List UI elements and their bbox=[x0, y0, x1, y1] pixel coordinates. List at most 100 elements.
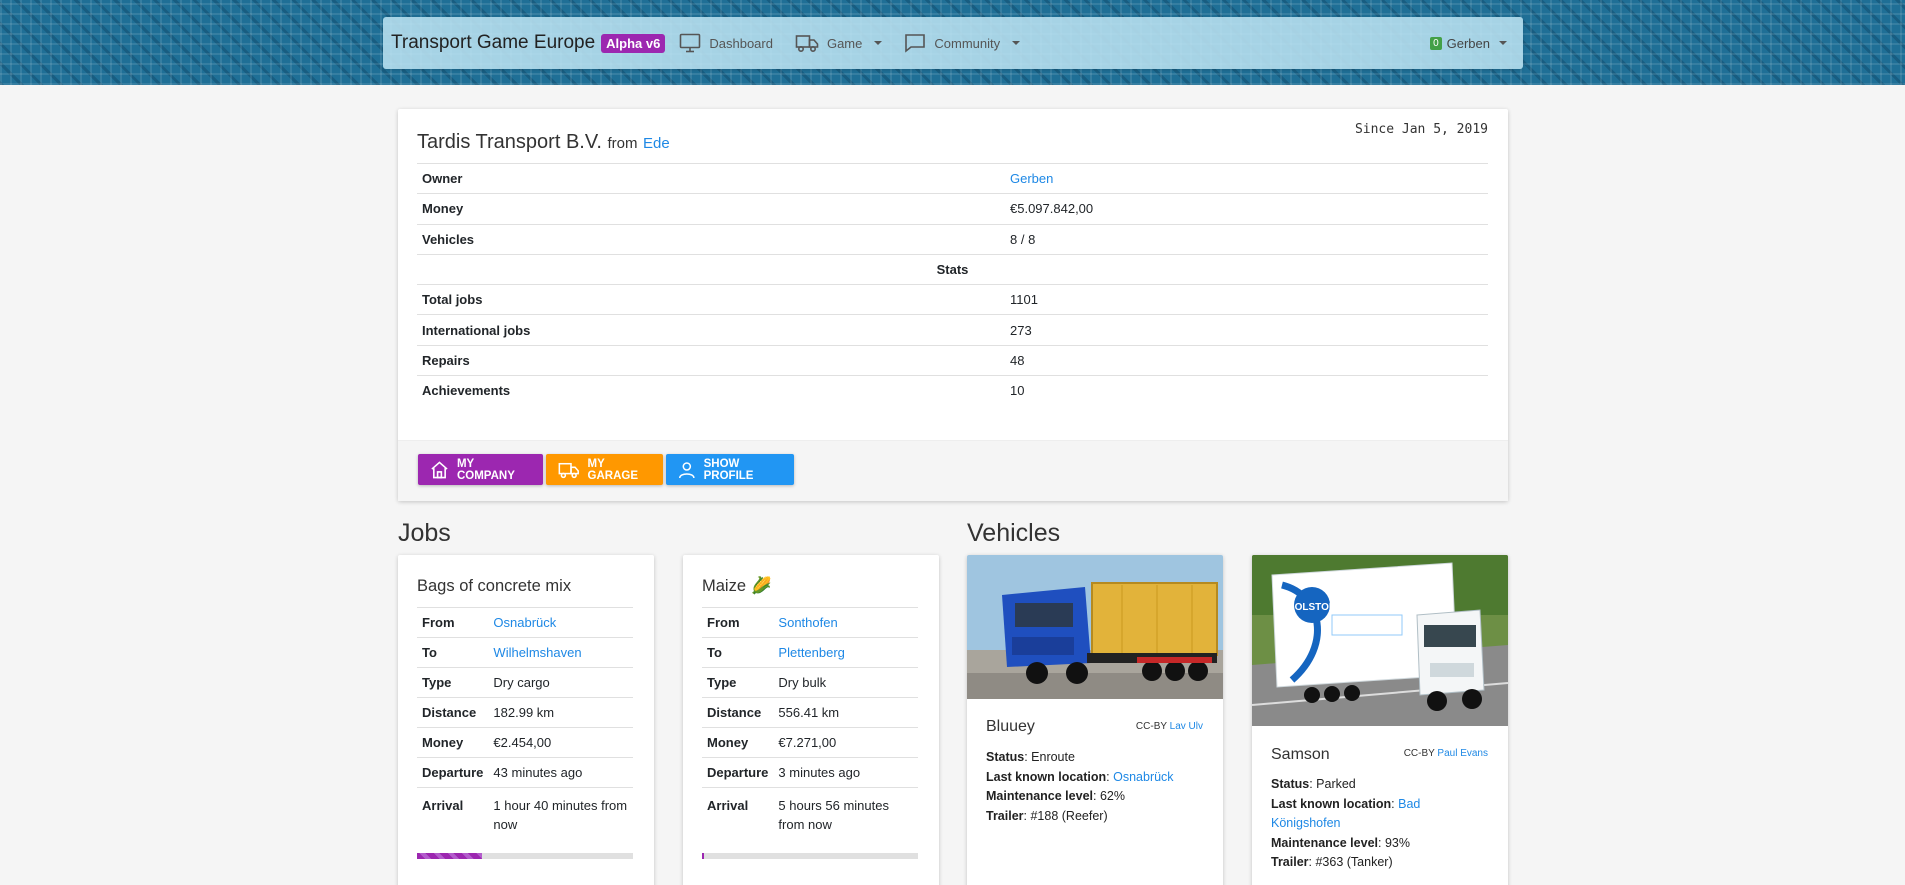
nav-game[interactable]: Game bbox=[795, 33, 883, 53]
vehicle-photo[interactable] bbox=[967, 555, 1223, 699]
row-key: Money bbox=[702, 727, 774, 758]
my-company-button[interactable]: My Company bbox=[418, 454, 543, 485]
row-value: Dry bulk bbox=[773, 667, 918, 698]
row-value: 8 / 8 bbox=[1005, 223, 1488, 255]
row-key: Arrival bbox=[417, 787, 489, 838]
truck-icon bbox=[795, 35, 819, 53]
row-value: 1101 bbox=[1005, 284, 1488, 315]
vehicle-info: Status: Parked Last known location: Bad … bbox=[1271, 777, 1421, 869]
my-garage-label: My Garage bbox=[587, 457, 639, 482]
truck-icon bbox=[558, 462, 579, 478]
trailer-label: Trailer bbox=[986, 808, 1024, 823]
vehicles-heading: Vehicles bbox=[967, 519, 1061, 547]
row-value: 3 minutes ago bbox=[773, 757, 918, 788]
row-value: €2.454,00 bbox=[488, 727, 633, 758]
vehicle-status: Parked bbox=[1316, 777, 1356, 791]
table-row: Money €2.454,00 bbox=[417, 727, 633, 758]
status-label: Status bbox=[986, 750, 1025, 764]
chevron-down-icon bbox=[1012, 41, 1021, 45]
credit-author-link[interactable]: Paul Evans bbox=[1437, 748, 1488, 759]
table-row: Distance 556.41 km bbox=[702, 697, 918, 728]
my-garage-button[interactable]: My Garage bbox=[546, 454, 663, 485]
vehicle-photo[interactable]: SOLSTOR bbox=[1252, 555, 1508, 726]
row-key: Departure bbox=[702, 757, 774, 788]
row-key: Distance bbox=[417, 697, 489, 728]
table-row: Type Dry cargo bbox=[417, 667, 633, 698]
row-value: 556.41 km bbox=[773, 697, 918, 728]
home-icon bbox=[431, 460, 448, 478]
job-table: From Sonthofen To Plettenberg Type Dry bulk… bbox=[702, 607, 918, 838]
vehicle-name: Samson bbox=[1271, 746, 1330, 763]
notification-badge: 0 bbox=[1430, 36, 1442, 50]
credit-license: CC-BY bbox=[1135, 721, 1167, 732]
row-key: Type bbox=[702, 667, 774, 698]
company-info-table: Owner Gerben Money €5.097.842,00 Vehicle… bbox=[417, 162, 1488, 406]
job-progress-bar bbox=[417, 853, 633, 859]
vehicle-status: Enroute bbox=[1031, 750, 1075, 764]
maintenance-label: Maintenance level bbox=[986, 789, 1093, 803]
table-row: Departure 3 minutes ago bbox=[702, 757, 918, 788]
brand[interactable]: Transport Game Europe Alpha v6 bbox=[391, 32, 666, 54]
table-row: International jobs 273 bbox=[417, 314, 1488, 346]
from-label: from bbox=[607, 135, 638, 152]
job-progress-bar bbox=[702, 853, 918, 859]
job-title: Maize 🌽 bbox=[702, 577, 772, 596]
show-profile-button[interactable]: Show Profile bbox=[666, 454, 794, 485]
row-key: International jobs bbox=[417, 314, 1005, 346]
row-key: From bbox=[702, 607, 774, 638]
owner-link[interactable]: Gerben bbox=[1010, 171, 1053, 186]
row-key: Achievements bbox=[417, 375, 1005, 406]
chevron-down-icon bbox=[874, 41, 883, 45]
card-footer: My Company My Garage Show Profile bbox=[398, 440, 1508, 501]
company-city-link[interactable]: Ede bbox=[643, 135, 670, 152]
nav-community[interactable]: Community bbox=[904, 33, 1021, 53]
location-label: Last known location bbox=[1271, 796, 1392, 811]
user-menu[interactable]: 0 Gerben bbox=[1430, 36, 1507, 51]
job-progress-fill bbox=[702, 853, 705, 859]
user-name: Gerben bbox=[1446, 35, 1490, 51]
table-row: From Sonthofen bbox=[702, 607, 918, 638]
row-key: Money bbox=[417, 727, 489, 758]
brand-name: Transport Game Europe bbox=[391, 32, 596, 53]
corn-icon: 🌽 bbox=[751, 577, 772, 595]
table-row: Type Dry bulk bbox=[702, 667, 918, 698]
credit-license: CC-BY bbox=[1403, 748, 1435, 759]
my-company-label: My Company bbox=[456, 457, 515, 482]
navbar: Transport Game Europe Alpha v6 Dashboard… bbox=[383, 17, 1523, 69]
row-value: €5.097.842,00 bbox=[1005, 193, 1488, 225]
row-key: Distance bbox=[702, 697, 774, 728]
row-key: Money bbox=[417, 193, 1005, 225]
job-progress-fill bbox=[417, 853, 482, 859]
nav-dashboard[interactable]: Dashboard bbox=[679, 33, 773, 53]
table-row: Owner Gerben bbox=[417, 162, 1488, 194]
chevron-down-icon bbox=[1499, 41, 1507, 45]
row-value: 273 bbox=[1005, 314, 1488, 346]
photo-credit: CC-BY Paul Evans bbox=[1404, 748, 1488, 759]
vehicle-info: Status: Enroute Last known location: Osn… bbox=[986, 750, 1174, 823]
row-key: Total jobs bbox=[417, 284, 1005, 315]
table-row: Vehicles 8 / 8 bbox=[417, 223, 1488, 255]
job-to-link[interactable]: Wilhelmshaven bbox=[493, 645, 581, 660]
maintenance-label: Maintenance level bbox=[1271, 835, 1378, 850]
table-row: Departure 43 minutes ago bbox=[417, 757, 633, 788]
credit-author-link[interactable]: Lav Ulv bbox=[1170, 721, 1203, 732]
row-value: Dry cargo bbox=[488, 667, 633, 698]
user-icon bbox=[679, 461, 695, 478]
row-key: Owner bbox=[417, 162, 1005, 194]
table-row: Total jobs 1101 bbox=[417, 284, 1488, 315]
row-value: 43 minutes ago bbox=[488, 757, 633, 788]
job-from-link[interactable]: Sonthofen bbox=[778, 615, 837, 630]
row-value: €7.271,00 bbox=[773, 727, 918, 758]
nav-dashboard-label: Dashboard bbox=[709, 35, 773, 51]
row-value: 10 bbox=[1005, 375, 1488, 406]
table-row: Money €5.097.842,00 bbox=[417, 193, 1488, 225]
vehicle-trailer: #188 (Reefer) bbox=[1030, 808, 1108, 823]
row-key: From bbox=[417, 607, 489, 638]
job-to-link[interactable]: Plettenberg bbox=[778, 645, 845, 660]
company-title: Tardis Transport B.V. from Ede bbox=[417, 131, 670, 154]
vehicle-location-link[interactable]: Osnabrück bbox=[1113, 770, 1173, 784]
row-key: Arrival bbox=[702, 787, 774, 838]
job-from-link[interactable]: Osnabrück bbox=[493, 615, 556, 630]
photo-credit: CC-BY Lav Ulv bbox=[1136, 721, 1203, 732]
table-row: From Osnabrück bbox=[417, 607, 633, 638]
